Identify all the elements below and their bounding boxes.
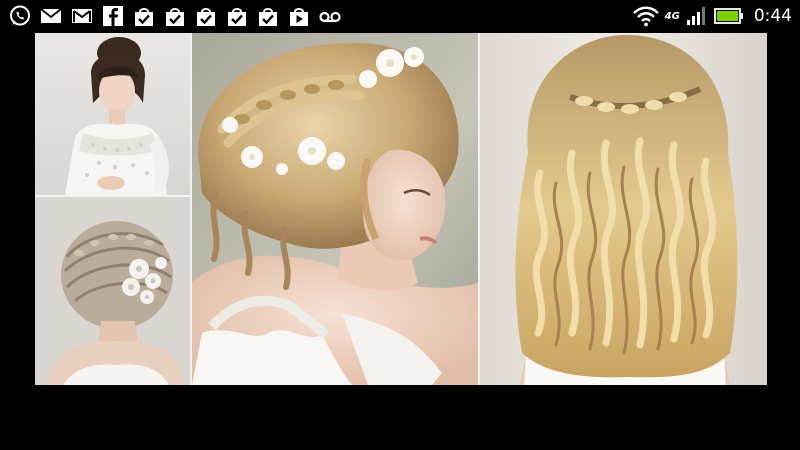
photo-braided-crown-image — [192, 33, 478, 385]
facebook-icon[interactable] — [101, 4, 125, 28]
status-bar: 4G 0:44 — [0, 0, 800, 32]
photo-waterfall-braid-curls[interactable] — [480, 33, 767, 385]
play-store-icon[interactable] — [287, 4, 311, 28]
mail-icon[interactable] — [39, 4, 63, 28]
shopping-bag-icon[interactable] — [132, 4, 156, 28]
whatsapp-icon[interactable] — [8, 4, 32, 28]
network-type-label: 4G — [664, 10, 680, 22]
clock-time: 0:44 — [753, 6, 792, 26]
gmail-icon[interactable] — [70, 4, 94, 28]
shopping-bag-icon[interactable] — [256, 4, 280, 28]
photo-braided-updo-back[interactable] — [35, 197, 190, 385]
system-icons[interactable]: 4G 0:44 — [632, 3, 792, 29]
hairstyle-collage[interactable] — [35, 33, 767, 385]
photo-braided-crown-flowers[interactable] — [192, 33, 478, 385]
voicemail-icon[interactable] — [318, 4, 342, 28]
shopping-bag-icon[interactable] — [163, 4, 187, 28]
shopping-bag-icon[interactable] — [225, 4, 249, 28]
shopping-bag-icon[interactable] — [194, 4, 218, 28]
notification-icons[interactable] — [8, 4, 342, 28]
signal-icon — [686, 7, 705, 25]
photo-bride-bangs-updo[interactable] — [35, 33, 190, 195]
photo-bride-bangs-image — [35, 33, 190, 195]
photo-braided-updo-image — [35, 197, 190, 385]
battery-icon — [713, 8, 743, 24]
photo-waterfall-braid-image — [480, 33, 767, 385]
wifi-icon — [632, 6, 659, 27]
